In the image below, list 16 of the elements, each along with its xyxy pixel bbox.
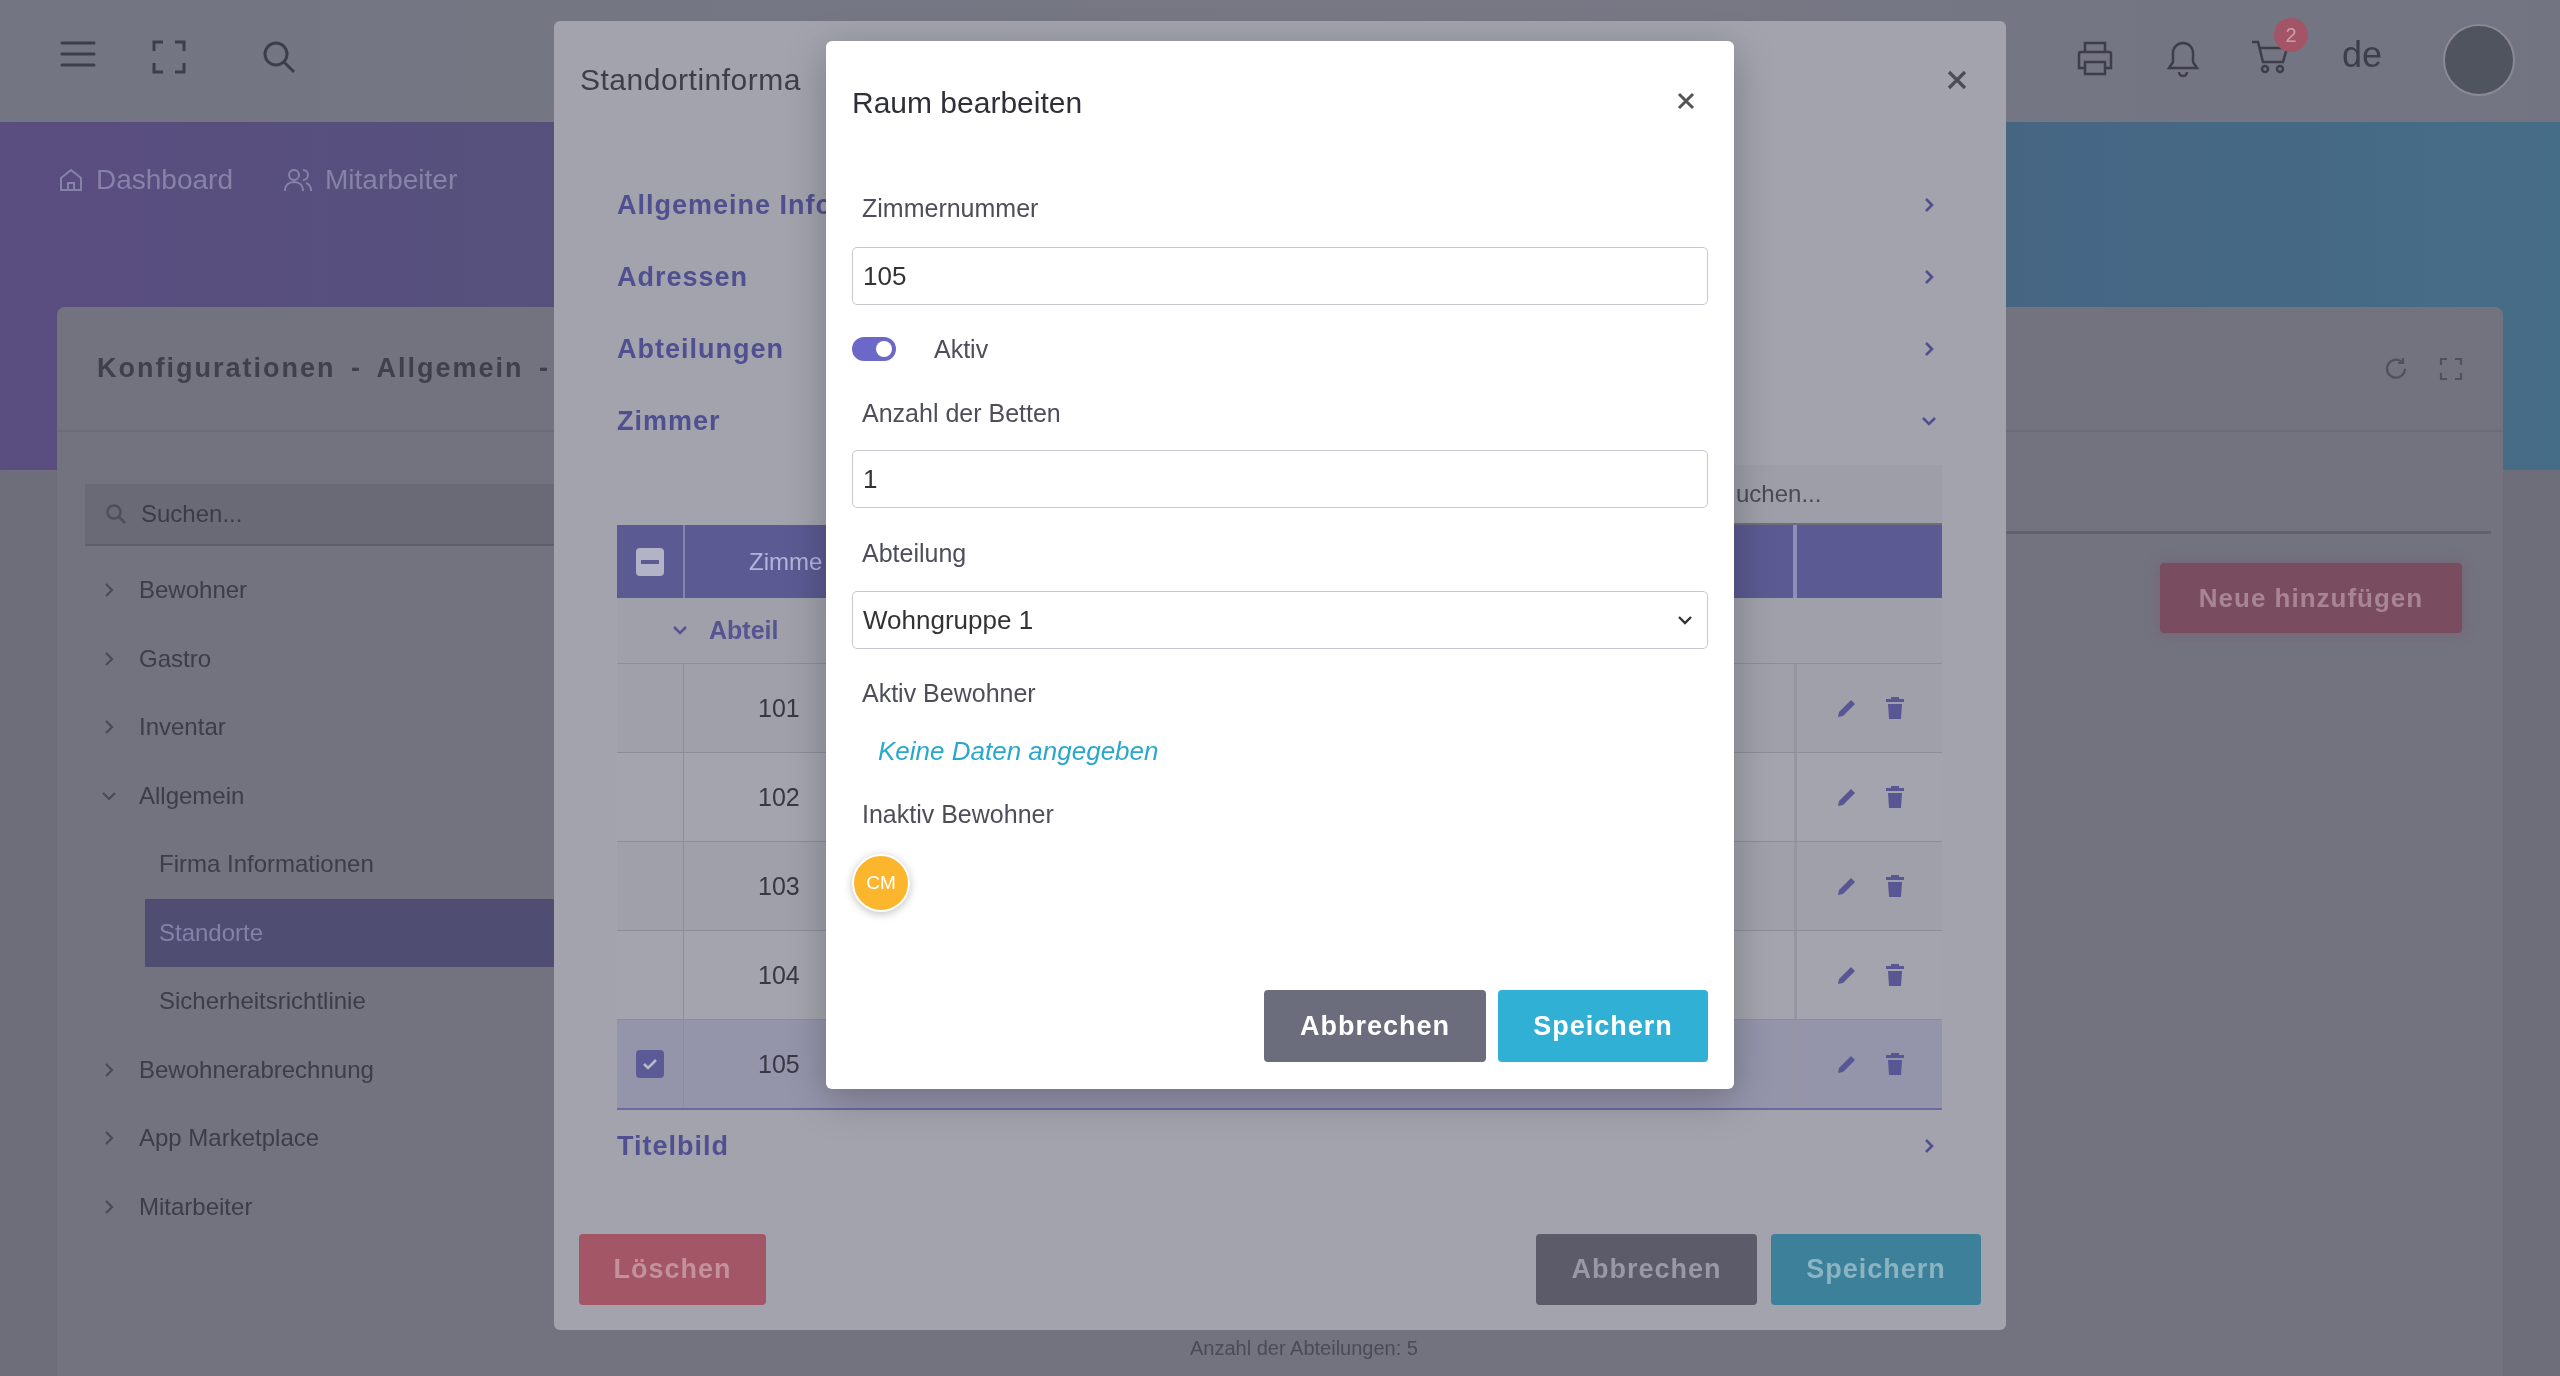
table-cell: 103 (758, 871, 800, 901)
field-label: Zimmernummer (861, 192, 1039, 224)
empty-message: Keine Daten angegeben (877, 734, 1159, 768)
toggle-label: Aktiv (934, 334, 989, 364)
group-label: Abteil (709, 616, 779, 645)
cart-count-badge: 2 (2274, 18, 2308, 52)
table-cell: 101 (758, 693, 800, 723)
dialog-title: Standortinforma (580, 63, 801, 97)
table-cell: 102 (758, 782, 800, 812)
section-label: Inaktiv Bewohner (861, 798, 1054, 830)
table-cell: 105 (758, 1049, 800, 1079)
dialog-title: Raum bearbeiten (852, 85, 1083, 120)
field-label: Abteilung (861, 537, 967, 569)
section-label: Aktiv Bewohner (861, 677, 1036, 709)
field-label: Anzahl der Betten (861, 397, 1061, 429)
table-cell: 104 (758, 960, 800, 990)
